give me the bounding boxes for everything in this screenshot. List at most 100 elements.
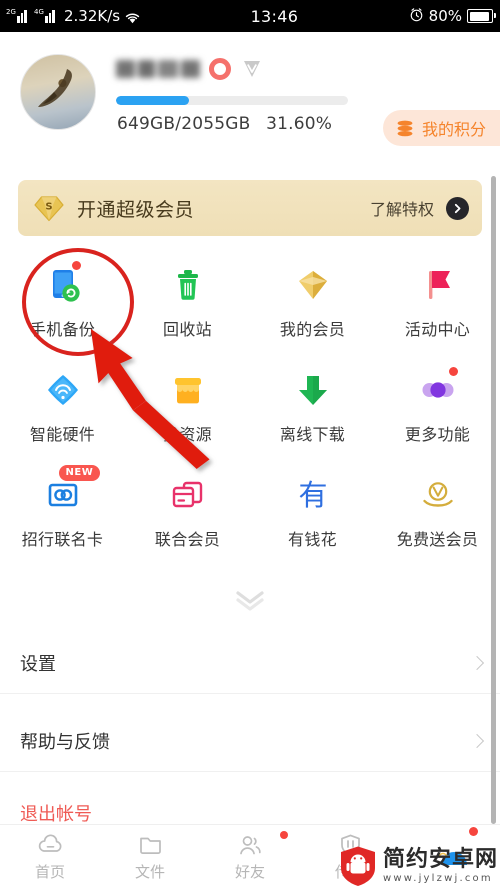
status-bar: 2G 4G 2.32K/s 13:46 80% (0, 0, 500, 32)
grid-item-my-vip[interactable]: 我的会员 (250, 252, 375, 357)
more-dots-icon (416, 367, 460, 412)
grid-item-find-resources[interactable]: 找资源 (125, 357, 250, 462)
grid-item-label: 找资源 (163, 425, 212, 444)
battery-icon (467, 9, 496, 23)
network-speed-label: 2.32K/s (64, 7, 121, 25)
vip-diamond-badge[interactable] (240, 58, 264, 80)
list-item-help-feedback[interactable]: 帮助与反馈 (0, 710, 500, 772)
chevron-right-icon (469, 733, 485, 748)
svip-link-label[interactable]: 了解特权 (370, 196, 434, 220)
expand-more-button[interactable] (0, 588, 500, 616)
android-shield-logo (339, 845, 377, 887)
friends-icon (237, 832, 264, 857)
tab-friends[interactable]: 好友 (200, 825, 300, 889)
grid-item-youqianhua[interactable]: 有 有钱花 (250, 462, 375, 567)
flag-icon (416, 263, 460, 307)
grid-item-label: 手机备份 (29, 320, 96, 339)
grid-item-activity-center[interactable]: 活动中心 (375, 252, 500, 357)
grid-item-label: 联合会员 (154, 530, 221, 549)
profile-header: 649GB/2055GB 31.60% 我的积分 (0, 32, 500, 160)
grid-item-label: 招行联名卡 (21, 530, 104, 549)
grid-item-label: 更多功能 (404, 425, 471, 444)
my-points-label: 我的积分 (421, 120, 486, 139)
svip-title: 开通超级会员 (77, 198, 195, 221)
badge-dot (448, 367, 458, 376)
tab-label: 好友 (234, 863, 265, 881)
vertical-scrollbar[interactable] (491, 176, 496, 824)
phone-screen: 2G 4G 2.32K/s 13:46 80% 649GB/2055GB 31.… (0, 0, 500, 889)
union-member-card-icon (166, 473, 210, 517)
svg-text:S: S (45, 201, 52, 212)
badge-dot (469, 827, 478, 836)
tab-files[interactable]: 文件 (100, 825, 200, 889)
grid-item-label: 回收站 (163, 320, 212, 339)
status-bar-left: 2G 4G 2.32K/s (0, 7, 140, 25)
tab-label: 文件 (134, 863, 165, 881)
signal-2g-icon: 2G (6, 7, 30, 23)
logout-button[interactable]: 退出帐号 (20, 800, 92, 826)
storage-progress-fill (116, 96, 190, 105)
badge-dot (280, 831, 288, 839)
my-points-button[interactable]: 我的积分 (382, 110, 500, 146)
list-item-settings[interactable]: 设置 (0, 632, 500, 694)
chevron-double-down-icon (233, 588, 267, 616)
grid-item-label: 免费送会员 (396, 530, 479, 549)
chevron-right-circle-icon[interactable] (446, 196, 469, 220)
list-item-label: 帮助与反馈 (20, 731, 110, 753)
vip-diamond-icon (291, 263, 335, 307)
smart-hardware-icon (41, 368, 85, 412)
youqianhua-icon: 有 (291, 473, 335, 517)
grid-item-label: 活动中心 (404, 320, 471, 339)
trash-bin-icon (166, 263, 210, 307)
status-bar-clock: 13:46 (250, 6, 299, 26)
username-label (116, 60, 200, 78)
svg-text:有: 有 (298, 478, 327, 512)
signal-2g-label: 2G (6, 7, 16, 16)
username-row[interactable] (116, 58, 264, 80)
grid-item-phone-backup[interactable]: 手机备份 (0, 252, 125, 357)
svip-banner[interactable]: S 开通超级会员 了解特权 (18, 180, 482, 236)
tab-label: 首页 (34, 863, 65, 881)
grid-item-more-features[interactable]: 更多功能 (375, 357, 500, 462)
grid-item-free-vip[interactable]: 免费送会员 (375, 462, 500, 567)
phone-backup-icon (41, 261, 85, 307)
battery-percent-label: 80% (428, 7, 462, 25)
feature-grid: 手机备份 回收站 我的会员 活动中心 智能硬件 找资源 离线下载 更多功能 NE… (0, 252, 500, 567)
grid-item-label: 有钱花 (288, 530, 337, 549)
gift-vip-icon (416, 473, 460, 517)
chevron-right-icon (469, 655, 485, 670)
site-watermark: 简约安卓网 www.jylzwj.com (339, 845, 498, 887)
signal-4g-icon: 4G (34, 7, 58, 23)
grid-item-smart-hardware[interactable]: 智能硬件 (0, 357, 125, 462)
new-badge: NEW (58, 465, 101, 481)
tab-home[interactable]: 首页 (0, 825, 100, 889)
storage-quota-text: 649GB/2055GB 31.60% (117, 114, 332, 134)
badge-dot (71, 261, 81, 270)
resource-box-icon (166, 368, 210, 412)
status-bar-right: 80% (409, 7, 500, 26)
coin-stack-icon (396, 120, 414, 137)
account-ring-icon (209, 58, 231, 80)
storage-percent: 31.60% (266, 114, 333, 134)
watermark-site-name: 简约安卓网 (382, 846, 498, 872)
grid-item-offline-download[interactable]: 离线下载 (250, 357, 375, 462)
watermark-text: 简约安卓网 www.jylzwj.com (382, 846, 498, 884)
svip-diamond-icon: S (34, 195, 64, 222)
storage-progress-track (116, 96, 348, 105)
storage-used-total: 649GB/2055GB (117, 114, 251, 134)
grid-item-cmb-card[interactable]: NEW 招行联名卡 (0, 462, 125, 567)
grid-item-union-member[interactable]: 联合会员 (125, 462, 250, 567)
folder-icon (137, 832, 164, 857)
feature-grid-row: 手机备份 回收站 我的会员 活动中心 (0, 252, 500, 357)
signal-4g-label: 4G (34, 7, 44, 16)
alarm-clock-icon (409, 7, 424, 26)
cmb-card-icon: NEW (41, 465, 101, 517)
feature-grid-row: NEW 招行联名卡 联合会员 有 有钱花 免费送会员 (0, 462, 500, 567)
avatar[interactable] (20, 54, 96, 130)
cloud-icon (37, 832, 64, 857)
grid-item-label: 离线下载 (279, 425, 346, 444)
wifi-icon (125, 10, 140, 24)
grid-item-recycle-bin[interactable]: 回收站 (125, 252, 250, 357)
feature-grid-row: 智能硬件 找资源 离线下载 更多功能 (0, 357, 500, 462)
grid-item-label: 我的会员 (279, 320, 346, 339)
